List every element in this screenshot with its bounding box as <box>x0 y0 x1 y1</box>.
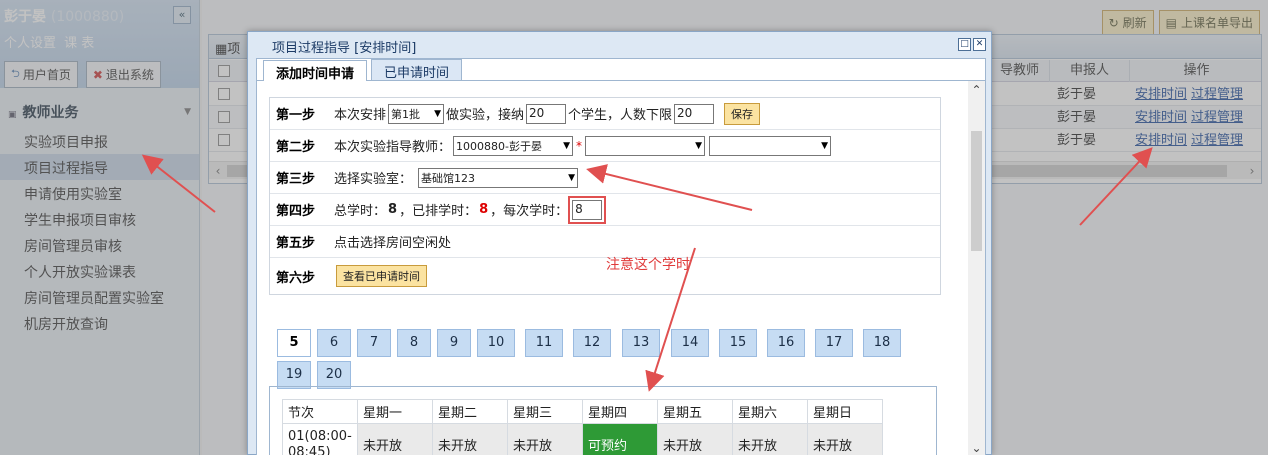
teacher-select-3[interactable]: ▼ <box>709 135 832 156</box>
teacher-value: 1000880-彭于晏 <box>456 139 542 153</box>
chevron-down-icon: ▼ <box>563 140 571 151</box>
lab-value: 基础馆123 <box>421 171 476 185</box>
dialog-controls: □ ✕ <box>958 38 986 51</box>
scheduled-hours-label: 已排学时： <box>412 204 478 219</box>
schedule-row: 01(08:00-08:45) 未开放 未开放 未开放 可预约 未开放 未开放 … <box>282 423 883 455</box>
week-button[interactable]: 14 <box>671 329 709 357</box>
total-hours-value: 8 <box>388 202 398 217</box>
teacher-select-2[interactable]: ▼ <box>585 135 706 156</box>
schedule-header-row: 节次 星期一 星期二 星期三 星期四 星期五 星期六 星期日 <box>282 399 883 424</box>
schedule-table: 节次 星期一 星期二 星期三 星期四 星期五 星期六 星期日 01(08:00-… <box>282 399 883 455</box>
maximize-icon[interactable]: □ <box>958 38 971 51</box>
week-button[interactable]: 5 <box>277 329 311 357</box>
week-button[interactable]: 8 <box>397 329 431 357</box>
chevron-down-icon: ▼ <box>568 172 576 183</box>
chevron-down-icon: ▼ <box>821 140 829 151</box>
step-2-text: 本次实验指导教师： <box>334 140 452 155</box>
separator-2: ， <box>490 204 504 219</box>
capacity-input[interactable]: 20 <box>526 103 567 124</box>
batch-value: 第1批 <box>391 107 421 121</box>
vertical-scrollbar[interactable]: ⌃ ⌄ <box>968 81 985 455</box>
step-1: 第一步 本次安排 第1批 ▼ 做实验，接纳 20 个学生，人数下限 20 保存 <box>270 98 940 130</box>
slot-sun[interactable]: 未开放 <box>807 423 883 455</box>
scroll-thumb[interactable] <box>971 131 982 251</box>
step-5-label: 第五步 <box>276 236 316 251</box>
week-button[interactable]: 13 <box>622 329 660 357</box>
header-period: 节次 <box>282 399 358 424</box>
week-button[interactable]: 20 <box>317 361 351 389</box>
week-button[interactable]: 18 <box>863 329 901 357</box>
header-mon: 星期一 <box>357 399 433 424</box>
week-button[interactable]: 17 <box>815 329 853 357</box>
step-2: 第二步 本次实验指导教师： 1000880-彭于晏 ▼ * ▼ ▼ <box>270 130 940 162</box>
tab-applied-time[interactable]: 已申请时间 <box>371 59 463 81</box>
week-button[interactable]: 6 <box>317 329 351 357</box>
step-2-label: 第二步 <box>276 140 316 155</box>
slot-wed[interactable]: 未开放 <box>507 423 583 455</box>
teacher-select[interactable]: 1000880-彭于晏 ▼ <box>453 135 574 156</box>
min-count-input[interactable]: 20 <box>674 103 715 124</box>
slot-fri[interactable]: 未开放 <box>657 423 733 455</box>
step-3: 第三步 选择实验室： 基础馆123 ▼ <box>270 162 940 194</box>
batch-select[interactable]: 第1批 ▼ <box>388 103 445 124</box>
step-4-label: 第四步 <box>276 204 316 219</box>
week-button[interactable]: 19 <box>277 361 311 389</box>
annotation-note: 注意这个学时 <box>606 257 690 273</box>
steps-form: 第一步 本次安排 第1批 ▼ 做实验，接纳 20 个学生，人数下限 20 保存 第… <box>269 97 941 295</box>
step-6: 第六步 查看已申请时间 <box>270 258 940 294</box>
week-button[interactable]: 15 <box>719 329 757 357</box>
header-sat: 星期六 <box>732 399 808 424</box>
period-cell: 01(08:00-08:45) <box>282 423 358 455</box>
close-icon[interactable]: ✕ <box>973 38 986 51</box>
week-button[interactable]: 10 <box>477 329 515 357</box>
scheduled-hours-value: 8 <box>479 202 489 217</box>
step-5: 第五步 点击选择房间空闲处 <box>270 226 940 258</box>
scroll-up-icon[interactable]: ⌃ <box>968 83 985 97</box>
per-session-highlight: 8 <box>568 195 607 224</box>
schedule-panel: 节次 星期一 星期二 星期三 星期四 星期五 星期六 星期日 01(08:00-… <box>269 386 937 455</box>
dialog-title: 项目过程指导 [安排时间] <box>272 41 417 56</box>
save-button[interactable]: 保存 <box>724 102 761 125</box>
header-thu: 星期四 <box>582 399 658 424</box>
step-1-text-c: 个学生，人数下限 <box>568 108 673 123</box>
step-1-label: 第一步 <box>276 108 316 123</box>
dialog-body: 添加时间申请 已申请时间 第一步 本次安排 第1批 ▼ 做实验，接纳 20 个学生… <box>256 58 986 455</box>
week-button[interactable]: 12 <box>573 329 611 357</box>
step-3-text: 选择实验室： <box>334 172 413 187</box>
step-1-text-a: 本次安排 <box>334 108 387 123</box>
week-button[interactable]: 11 <box>525 329 563 357</box>
step-6-label: 第六步 <box>276 270 316 286</box>
required-mark: * <box>576 138 583 153</box>
header-fri: 星期五 <box>657 399 733 424</box>
slot-thu-available[interactable]: 可预约 <box>582 423 658 455</box>
step-1-text-b: 做实验，接纳 <box>446 108 525 123</box>
slot-tue[interactable]: 未开放 <box>432 423 508 455</box>
lab-select[interactable]: 基础馆123 ▼ <box>418 167 579 188</box>
header-tue: 星期二 <box>432 399 508 424</box>
week-button[interactable]: 16 <box>767 329 805 357</box>
chevron-down-icon: ▼ <box>695 140 703 151</box>
header-sun: 星期日 <box>807 399 883 424</box>
header-wed: 星期三 <box>507 399 583 424</box>
tab-add-time-request[interactable]: 添加时间申请 <box>263 60 368 82</box>
week-button[interactable]: 7 <box>357 329 391 357</box>
week-button[interactable]: 9 <box>437 329 471 357</box>
per-session-hours-label: 每次学时： <box>503 204 569 219</box>
slot-mon[interactable]: 未开放 <box>357 423 433 455</box>
step-4: 第四步 总学时： 8 ， 已排学时： 8 ， 每次学时： 8 <box>270 194 940 226</box>
per-session-hours-input[interactable]: 8 <box>572 199 603 220</box>
separator-1: ， <box>399 204 413 219</box>
arrange-time-dialog: 项目过程指导 [安排时间] □ ✕ 添加时间申请 已申请时间 第一步 本次安排 … <box>247 31 992 455</box>
step-3-label: 第三步 <box>276 172 316 187</box>
total-hours-label: 总学时： <box>334 204 387 219</box>
step-5-text: 点击选择房间空闲处 <box>334 236 452 251</box>
view-applied-time-button[interactable]: 查看已申请时间 <box>336 265 427 287</box>
slot-sat[interactable]: 未开放 <box>732 423 808 455</box>
chevron-down-icon: ▼ <box>434 108 442 119</box>
dialog-tabs: 添加时间申请 已申请时间 <box>257 59 985 82</box>
scroll-down-icon[interactable]: ⌄ <box>968 441 985 455</box>
